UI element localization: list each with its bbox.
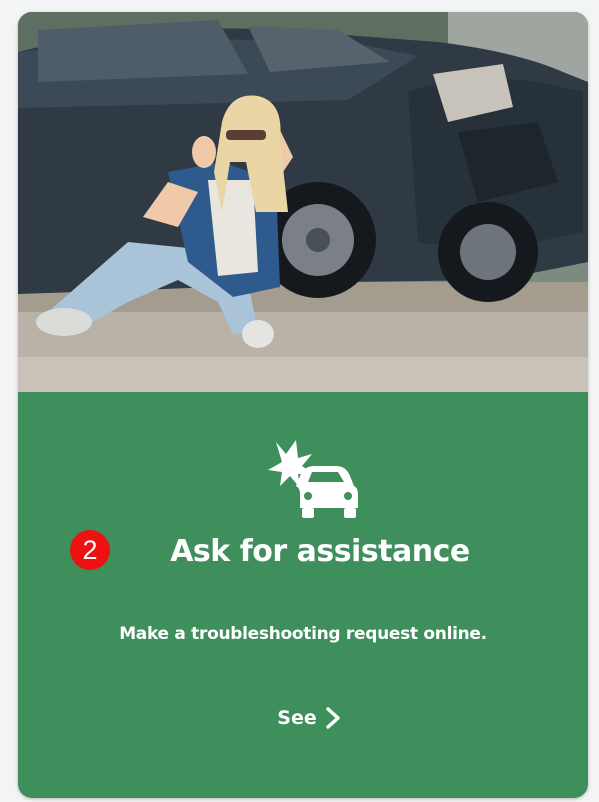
- card-title: Ask for assistance: [170, 534, 470, 569]
- see-link[interactable]: See: [254, 700, 364, 736]
- card-body: 2 Ask for assistance Make a troubleshoot…: [18, 392, 588, 798]
- page: 2 Ask for assistance Make a troubleshoot…: [0, 0, 599, 802]
- chevron-right-icon: [325, 707, 340, 729]
- car-crash-icon: [268, 440, 358, 518]
- card-description: Make a troubleshooting request online.: [119, 624, 487, 644]
- assistance-card[interactable]: 2 Ask for assistance Make a troubleshoot…: [18, 12, 588, 798]
- see-link-label: See: [277, 707, 317, 729]
- accident-photo-illustration: [18, 12, 588, 392]
- accident-photo: [18, 12, 588, 392]
